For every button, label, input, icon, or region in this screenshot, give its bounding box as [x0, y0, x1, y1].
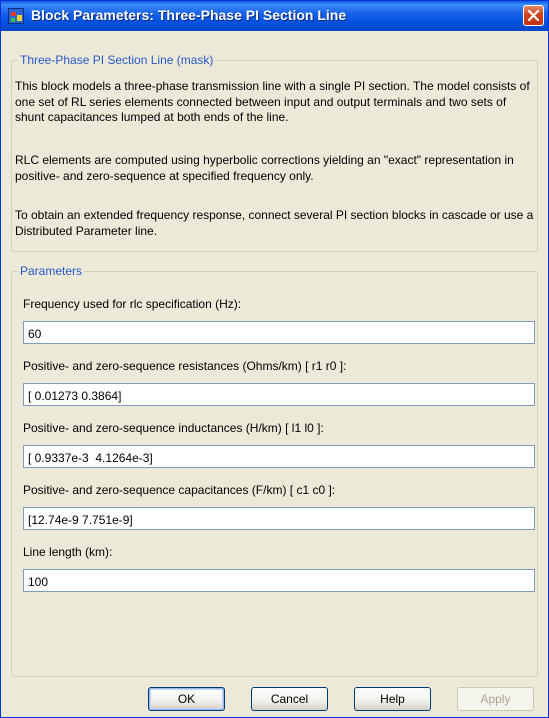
- window-title: Block Parameters: Three-Phase PI Section…: [31, 7, 347, 23]
- close-icon: [528, 10, 539, 21]
- line-length-field[interactable]: [23, 569, 535, 592]
- inductances-field[interactable]: [23, 445, 535, 468]
- description-paragraph-1: This block models a three-phase transmis…: [15, 79, 530, 124]
- description-paragraph-3: To obtain an extended frequency response…: [15, 208, 534, 238]
- help-button[interactable]: Help: [354, 687, 431, 711]
- simulink-block-icon: [8, 8, 24, 24]
- parameters-legend: Parameters: [18, 264, 85, 278]
- line-length-label: Line length (km):: [23, 545, 113, 559]
- capacitances-field[interactable]: [23, 507, 535, 530]
- frequency-label: Frequency used for rlc specification (Hz…: [23, 297, 242, 311]
- description-paragraph-2: RLC elements are computed using hyperbol…: [15, 153, 514, 183]
- resistances-field[interactable]: [23, 383, 535, 406]
- inductances-label: Positive- and zero-sequence inductances …: [23, 421, 324, 435]
- close-button[interactable]: [523, 5, 544, 26]
- frequency-field[interactable]: [23, 321, 535, 344]
- capacitances-label: Positive- and zero-sequence capacitances…: [23, 483, 336, 497]
- cancel-button[interactable]: Cancel: [251, 687, 328, 711]
- apply-button[interactable]: Apply: [457, 687, 534, 711]
- mask-legend: Three-Phase PI Section Line (mask): [18, 53, 216, 67]
- dialog-window: Block Parameters: Three-Phase PI Section…: [0, 0, 549, 718]
- title-bar[interactable]: Block Parameters: Three-Phase PI Section…: [1, 1, 548, 31]
- ok-button[interactable]: OK: [148, 687, 225, 711]
- resistances-label: Positive- and zero-sequence resistances …: [23, 359, 347, 373]
